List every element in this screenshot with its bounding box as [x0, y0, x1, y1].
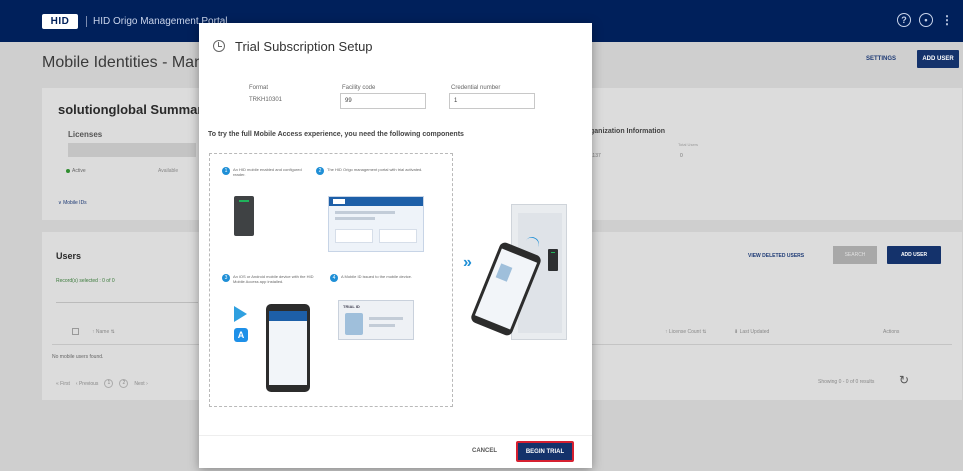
door-reader-image [548, 249, 558, 271]
components-intro: To try the full Mobile Access experience… [208, 131, 464, 138]
page-title: Mobile Identities - Man [42, 54, 203, 71]
no-users-message: No mobile users found. [52, 354, 104, 360]
portal-logo [333, 199, 345, 204]
pager-next[interactable]: Next › [134, 381, 147, 387]
portal-header [329, 197, 423, 206]
format-value: TRKH10301 [249, 97, 283, 103]
step-2-text: The HID Origo management portal with tri… [327, 167, 423, 172]
step-4-badge: 4 [330, 274, 338, 282]
licenses-label: Licenses [68, 130, 103, 139]
trial-subscription-modal: Trial Subscription Setup Format TRKH1030… [199, 23, 592, 468]
more-menu-icon[interactable]: ⋮ [941, 13, 953, 27]
portal-image [328, 196, 424, 252]
org-value-2: 0 [680, 153, 683, 159]
active-dot-icon [66, 169, 70, 173]
settings-link[interactable]: SETTINGS [866, 56, 896, 62]
double-chevron-icon: » [463, 254, 472, 271]
reader-image [234, 196, 254, 236]
format-label: Format [249, 85, 269, 91]
column-header-license[interactable]: ↑ License Count ⇅ [665, 329, 706, 335]
help-icon[interactable]: ? [897, 13, 911, 27]
active-label: Active [72, 168, 86, 174]
pagination: « First ‹ Previous 1 2 Next › [56, 379, 148, 388]
org-info-title: ganization Information [590, 128, 666, 135]
top-icons: ? • ⋮ [897, 13, 953, 27]
pager-page-1[interactable]: 1 [104, 379, 114, 388]
step-2-badge: 2 [316, 167, 324, 175]
facility-code-input[interactable]: 99 [340, 93, 426, 109]
hid-logo: HID [42, 13, 78, 29]
mobile-ids-toggle[interactable]: ∨ Mobile IDs [58, 200, 87, 206]
trial-id-label: TRIAL ID [343, 304, 360, 309]
view-deleted-users-link[interactable]: VIEW DELETED USERS [748, 253, 804, 259]
portal-row [335, 211, 395, 214]
cancel-button[interactable]: CANCEL [472, 448, 497, 454]
column-license-label: License Count [668, 329, 701, 335]
step-1-text: An HID mobile enabled and configured rea… [233, 167, 302, 177]
licenses-bar [68, 143, 196, 157]
mobile-ids-label: Mobile IDs [63, 200, 87, 206]
app-store-icon: A [234, 328, 248, 342]
filter-input[interactable] [56, 289, 198, 303]
available-label: Available [158, 168, 179, 174]
refresh-icon[interactable]: ↻ [899, 373, 909, 387]
search-button[interactable]: SEARCH [833, 246, 877, 264]
records-selected: Record(s) selected : 0 of 0 [56, 278, 115, 284]
trial-line [369, 324, 395, 327]
users-title: Users [56, 251, 82, 261]
pager-first[interactable]: « First [56, 381, 70, 387]
pager-page-2[interactable]: 2 [119, 379, 129, 388]
user-circle-icon[interactable]: • [919, 13, 933, 27]
step-1-badge: 1 [222, 167, 230, 175]
column-header-actions: Actions [883, 329, 900, 335]
begin-trial-button[interactable]: BEGIN TRIAL [516, 441, 574, 462]
column-name-label: Name [95, 329, 110, 335]
trial-id-card: TRIAL ID [338, 300, 414, 340]
credential-number-input[interactable]: 1 [449, 93, 535, 109]
column-updated-label: Last Updated [739, 329, 770, 335]
google-play-icon [234, 306, 247, 322]
portal-card [379, 229, 417, 243]
summary-title: solutionglobal Summar [58, 102, 203, 117]
mobile-phone-image [266, 304, 310, 392]
org-label-2: Total Users [678, 142, 699, 147]
select-all-checkbox[interactable] [72, 328, 79, 335]
column-header-updated[interactable]: ⬇ Last Updated [734, 329, 769, 335]
step-4-text: A Mobile ID issued to the mobile device. [341, 274, 412, 279]
modal-title: Trial Subscription Setup [235, 39, 373, 54]
handheld-avatar-icon [495, 263, 513, 282]
step-3-badge: 3 [222, 274, 230, 282]
phone-app-header [269, 311, 307, 321]
portal-card [335, 229, 373, 243]
trial-avatar-icon [345, 313, 363, 335]
components-panel: 1 An HID mobile enabled and configured r… [209, 153, 453, 407]
add-user-button[interactable]: ADD USER [917, 50, 959, 68]
add-user-button-secondary[interactable]: ADD USER [887, 246, 941, 264]
showing-results: Showing 0 - 0 of 0 results [818, 379, 875, 385]
step-3-text: An iOS or Android mobile device with the… [233, 274, 314, 284]
pager-previous[interactable]: ‹ Previous [76, 381, 99, 387]
clock-icon [213, 40, 225, 52]
trial-line [369, 317, 403, 320]
credential-number-label: Credential number [451, 85, 501, 91]
column-header-name[interactable]: ↑ Name ⇅ [92, 329, 115, 335]
phone-screen [269, 311, 307, 385]
facility-code-label: Facility code [342, 85, 376, 91]
portal-row [335, 217, 375, 220]
